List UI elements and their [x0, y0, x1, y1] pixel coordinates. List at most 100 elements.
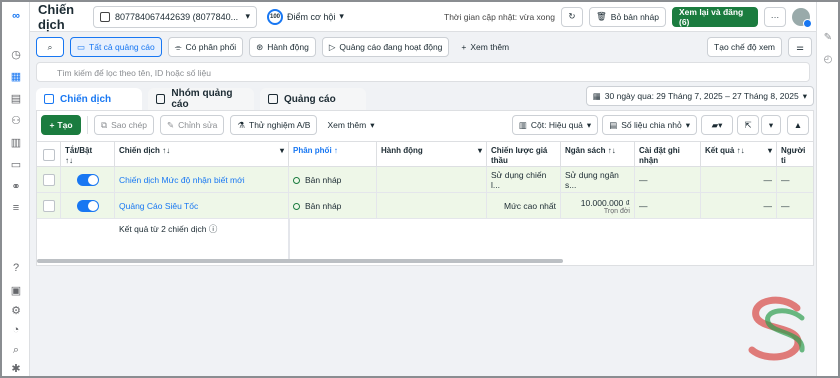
link-icon: ⌯: [174, 41, 182, 52]
search-toggle-button[interactable]: ⌕: [36, 37, 64, 57]
budget-value: 10.000.000 ₫: [580, 197, 630, 208]
header-actions[interactable]: Hành động ▾: [377, 142, 487, 168]
delivery-status: Bản nháp: [289, 193, 377, 219]
table-row[interactable]: Chiến dịch Mức độ nhận biết mới Bản nháp…: [37, 167, 813, 193]
bug-report-icon[interactable]: ✱: [8, 360, 24, 376]
tab-campaigns[interactable]: Chiến dịch: [36, 88, 142, 110]
view-settings-button[interactable]: ⚌: [788, 37, 812, 57]
search-input[interactable]: Tìm kiếm để lọc theo tên, ID hoặc số liệ…: [36, 62, 810, 82]
header-attribution[interactable]: Cài đặt ghi nhận: [635, 142, 701, 168]
business-settings-icon[interactable]: ⚭: [8, 178, 24, 194]
menu-icon[interactable]: ≡: [8, 200, 24, 216]
meta-logo-icon[interactable]: ∞: [8, 8, 24, 24]
charts-button[interactable]: ▲: [787, 115, 809, 135]
header-campaign[interactable]: Chiến dịch ↑↓ ▾: [115, 142, 289, 168]
edit-button[interactable]: ✎ Chỉnh sửa: [160, 115, 225, 135]
campaign-name-link[interactable]: Chiến dịch Mức độ nhận biết mới: [115, 167, 289, 193]
reports-icon[interactable]: ▥: [8, 134, 24, 150]
row-checkbox[interactable]: [37, 193, 61, 219]
review-publish-button[interactable]: Xem lại và đăng (6): [672, 6, 758, 27]
header-delivery[interactable]: Phân phối ↑: [289, 142, 377, 168]
report-icon: ▰▾: [711, 119, 723, 130]
horizontal-scrollbar[interactable]: [37, 259, 563, 263]
refresh-button[interactable]: ↻: [560, 6, 583, 27]
campaigns-table-icon[interactable]: ▦: [8, 68, 24, 84]
more-options-button[interactable]: ···: [764, 6, 786, 27]
filter-row: ⌕ ▭ Tất cả quảng cáo ⌯ Có phân phối ⊛ Hành …: [36, 36, 812, 58]
budget-cell: Sử dụng ngân s...: [561, 167, 635, 193]
chevron-down-icon: ▾: [802, 90, 807, 101]
last-updated: Thời gian cập nhật: vừa xong: [444, 11, 555, 22]
header-toggle[interactable]: Tắt/Bật ↑↓: [61, 142, 115, 168]
row-toggle[interactable]: [61, 167, 115, 193]
sort-icon: ↑↓: [736, 146, 745, 155]
row-toggle[interactable]: [61, 193, 115, 219]
filter-actions[interactable]: ⊛ Hành động: [249, 37, 316, 57]
search-icon[interactable]: ⌕: [8, 342, 24, 358]
copy-icon: ⧉: [101, 119, 108, 130]
notifications-icon[interactable]: ◔: [8, 322, 24, 338]
reach-cell: —: [781, 201, 790, 211]
toolbar-more-button[interactable]: Xem thêm ▾: [321, 115, 381, 135]
header-budget[interactable]: Ngân sách ↑↓: [561, 142, 635, 168]
filter-all-ads[interactable]: ▭ Tất cả quảng cáo: [70, 37, 162, 57]
discard-drafts-button[interactable]: 🗑 Bỏ bản nháp: [588, 6, 666, 27]
export-menu-button[interactable]: ▾: [761, 115, 781, 135]
filter-active-ads[interactable]: ▷ Quảng cáo đang hoạt động: [321, 37, 450, 57]
reach-cell: —: [781, 175, 790, 185]
header-budget-label: Ngân sách: [565, 146, 606, 155]
audiences-icon[interactable]: ⚇: [8, 112, 24, 128]
ab-test-button[interactable]: ⚗ Thử nghiệm A/B: [230, 115, 318, 135]
history-icon[interactable]: ◴: [821, 54, 835, 68]
refresh-icon: ↻: [568, 11, 576, 21]
reports-button[interactable]: ▰▾: [701, 115, 733, 135]
breakdown-button[interactable]: ▤ Số liệu chia nhỏ ▾: [602, 115, 697, 135]
chevron-down-icon: ▾: [279, 146, 284, 155]
plus-icon: +: [461, 42, 467, 52]
budget-cell: 10.000.000 ₫ Trọn đời: [561, 193, 635, 219]
table-toolbar: + Tạo ⧉ Sao chép ✎ Chỉnh sửa ⚗ Thử nghiệm A/…: [37, 111, 813, 139]
page-title: Chiến dịch: [38, 1, 75, 32]
results-cell: —: [701, 167, 777, 193]
columns-button[interactable]: ▥ Cột: Hiệu quả ▾: [511, 115, 599, 135]
sliders-icon: ⚌: [796, 41, 804, 52]
filter-has-delivery[interactable]: ⌯ Có phân phối: [167, 37, 244, 57]
billing-icon[interactable]: ▭: [8, 156, 24, 172]
create-view-button[interactable]: Tạo chế độ xem: [707, 37, 782, 57]
dashboard-icon[interactable]: ◷: [8, 46, 24, 62]
tab-ads[interactable]: Quảng cáo: [260, 88, 366, 110]
help-icon[interactable]: ?: [8, 260, 24, 276]
table-row[interactable]: Quảng Cáo Siêu Tốc Bản nháp Mức cao nhất…: [37, 193, 813, 219]
header-bid-strategy[interactable]: Chiến lược giá thầu: [487, 142, 561, 168]
account-selector[interactable]: 807784067442639 (8077840... ▾: [93, 5, 257, 28]
results-summary-text: Kết quả từ 2 chiến dịch: [119, 224, 207, 234]
divider: [87, 116, 88, 134]
pages-icon[interactable]: ▤: [8, 90, 24, 106]
flask-icon: ⚗: [237, 119, 245, 130]
select-all-checkbox[interactable]: [37, 142, 61, 168]
campaign-name-link[interactable]: Quảng Cáo Siêu Tốc: [115, 193, 289, 219]
action-icon: ⊛: [256, 41, 264, 52]
filter-more[interactable]: + Xem thêm: [455, 37, 515, 57]
chevron-down-icon: ▾: [370, 119, 375, 130]
trash-icon: 🗑: [595, 11, 607, 21]
delivery-text: Bản nháp: [305, 201, 342, 211]
pencil-icon: ✎: [167, 119, 175, 130]
tab-adsets[interactable]: Nhóm quảng cáo: [148, 88, 254, 110]
row-checkbox[interactable]: [37, 167, 61, 193]
header-reach[interactable]: Người ti: [777, 142, 813, 168]
attribution-cell: —: [635, 167, 701, 193]
header-results[interactable]: Kết quả ↑↓ ▾: [701, 142, 777, 168]
sort-icon: ↑↓: [162, 146, 171, 155]
date-range-picker[interactable]: ▦ 30 ngày qua: 29 Tháng 7, 2025 – 27 Thán…: [585, 86, 814, 106]
avatar[interactable]: [792, 7, 812, 28]
opportunity-score[interactable]: 100 Điểm cơ hội ▾: [267, 8, 344, 25]
settings-icon[interactable]: ⚙: [8, 302, 24, 318]
export-button[interactable]: ⇱: [737, 115, 759, 135]
calendar-icon[interactable]: ▣: [8, 282, 24, 298]
checkbox-box: [42, 174, 55, 186]
edit-pencil-icon[interactable]: ✎: [821, 32, 835, 46]
folder-icon: ▭: [77, 41, 86, 52]
create-button[interactable]: + Tạo: [41, 115, 81, 135]
copy-button[interactable]: ⧉ Sao chép: [94, 115, 154, 135]
